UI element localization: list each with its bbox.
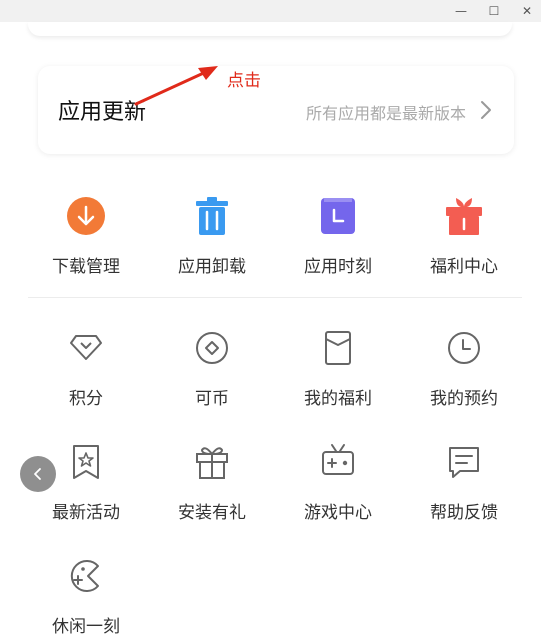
latest-events-label: 最新活动: [52, 503, 120, 523]
window-titlebar: — ☐ ✕: [0, 0, 541, 22]
my-reservation-item[interactable]: 我的预约: [401, 326, 527, 409]
trash-icon: [196, 197, 228, 235]
chevron-right-icon: [481, 101, 491, 119]
app-update-status: 所有应用都是最新版本: [305, 104, 466, 123]
download-manager-label: 下载管理: [52, 257, 120, 277]
section-divider: [28, 297, 522, 298]
header-card: [28, 22, 512, 36]
download-manager-item[interactable]: 下载管理: [23, 194, 149, 277]
back-button[interactable]: [20, 456, 56, 492]
my-reservation-label: 我的预约: [430, 389, 498, 409]
help-feedback-item[interactable]: 帮助反馈: [401, 440, 527, 523]
app-update-title: 应用更新: [58, 100, 147, 125]
minimize-button[interactable]: —: [444, 0, 478, 22]
coin-item[interactable]: 可币: [149, 326, 275, 409]
maximize-icon: ☐: [488, 4, 500, 18]
app-uninstall-item[interactable]: 应用卸载: [149, 194, 275, 277]
chevron-left-icon: [34, 468, 41, 480]
minimize-icon: —: [455, 4, 467, 18]
clock-square-icon: [321, 198, 355, 234]
install-gift-item[interactable]: 安装有礼: [149, 440, 275, 523]
game-center-item[interactable]: 游戏中心: [275, 440, 401, 523]
game-center-label: 游戏中心: [304, 503, 372, 523]
download-icon: [67, 197, 105, 235]
install-gift-label: 安装有礼: [178, 503, 246, 523]
star-bookmark-icon: [73, 445, 99, 479]
app-moment-label: 应用时刻: [304, 257, 372, 277]
my-welfare-item[interactable]: 我的福利: [275, 326, 401, 409]
leisure-moment-item[interactable]: 休闲一刻: [23, 554, 149, 637]
annotation-label: 点击: [227, 71, 261, 91]
app-uninstall-label: 应用卸载: [178, 257, 246, 277]
gift-outline-icon: [196, 447, 228, 479]
maximize-button[interactable]: ☐: [477, 0, 511, 22]
points-label: 积分: [69, 389, 103, 409]
welfare-center-item[interactable]: 福利中心: [401, 194, 527, 277]
close-icon: ✕: [521, 4, 533, 18]
welfare-center-label: 福利中心: [430, 257, 498, 277]
app-update-card[interactable]: 应用更新 所有应用都是最新版本: [38, 66, 514, 154]
app-moment-item[interactable]: 应用时刻: [275, 194, 401, 277]
diamond-icon: [70, 335, 102, 360]
help-feedback-label: 帮助反馈: [430, 503, 498, 523]
bookmark-icon: [325, 331, 351, 365]
my-welfare-label: 我的福利: [304, 389, 372, 409]
leisure-moment-label: 休闲一刻: [52, 617, 120, 637]
coin-icon: [196, 332, 228, 364]
message-icon: [449, 447, 479, 478]
coin-label: 可币: [195, 389, 229, 409]
close-button[interactable]: ✕: [510, 0, 541, 22]
pacman-icon: [70, 560, 99, 592]
points-item[interactable]: 积分: [23, 326, 149, 409]
gift-icon: [446, 198, 482, 235]
clock-icon: [448, 332, 480, 364]
gamepad-icon: [322, 444, 354, 475]
